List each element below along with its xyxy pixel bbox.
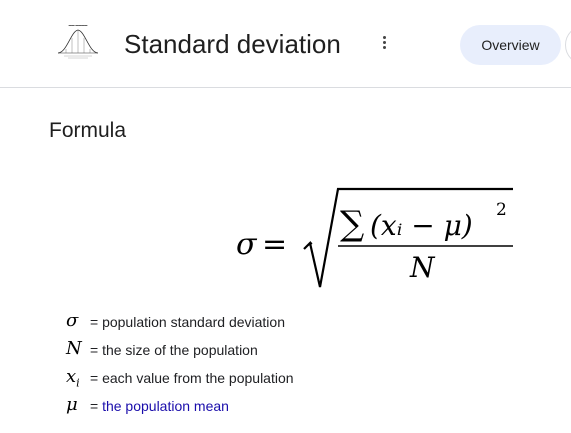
definition-symbol: xi <box>66 366 80 390</box>
panel-header: ▬▬ ▬▬▬▬ Standard deviation Overview <box>0 0 571 88</box>
knowledge-panel: ▬▬ ▬▬▬▬ Standard deviation Overview Form… <box>0 0 571 433</box>
formula-sum-sign: ∑ <box>340 204 364 244</box>
definition-text: = population standard deviation <box>90 314 285 330</box>
tab-next[interactable] <box>565 25 571 65</box>
formula-exponent: 2 <box>496 200 507 220</box>
formula-numerator: (xᵢ − μ) <box>370 209 473 242</box>
definition-mu: μ = the population mean <box>66 394 466 422</box>
definition-text: = each value from the population <box>90 370 294 386</box>
definition-symbol: μ <box>66 394 78 415</box>
formula-equals: = <box>262 227 287 262</box>
definition-symbol: σ <box>66 310 79 331</box>
definition-symbol: N <box>66 338 82 359</box>
normal-distribution-thumbnail[interactable]: ▬▬ ▬▬▬▬ <box>55 21 101 61</box>
more-options-icon[interactable] <box>378 36 390 54</box>
definition-sigma: σ = population standard deviation <box>66 310 466 338</box>
section-title-formula: Formula <box>49 119 127 142</box>
formula-lhs-sigma: σ <box>236 227 258 262</box>
definition-text: = the size of the population <box>90 342 258 358</box>
population-mean-link[interactable]: the population mean <box>102 398 229 414</box>
definitions-list: σ = population standard deviation N = th… <box>66 310 466 422</box>
definition-text: = the population mean <box>90 398 229 414</box>
tab-overview[interactable]: Overview <box>460 25 561 65</box>
svg-text:▬▬ ▬▬▬▬: ▬▬ ▬▬▬▬ <box>69 23 88 27</box>
formula-denominator: N <box>409 251 436 284</box>
definition-n: N = the size of the population <box>66 338 466 366</box>
definition-xi: xi = each value from the population <box>66 366 466 394</box>
standard-deviation-formula: σ = ∑ (xᵢ − μ) 2 N <box>236 187 513 288</box>
page-title: Standard deviation <box>124 29 341 59</box>
